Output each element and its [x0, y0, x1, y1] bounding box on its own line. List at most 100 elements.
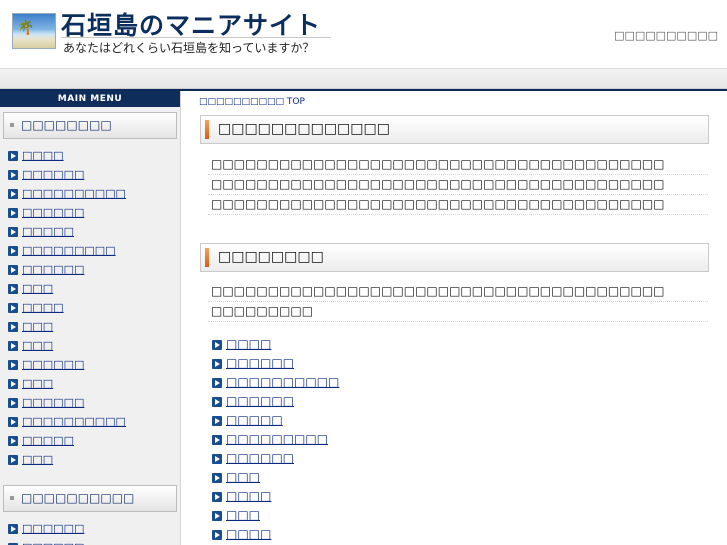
sidebar-item[interactable]: □□□□□ [0, 432, 181, 451]
section-title: □□□□□□□□□□□□□ [218, 121, 390, 137]
arrow-bullet-icon [212, 492, 222, 502]
arrow-bullet-icon [8, 455, 18, 465]
arrow-bullet-icon [8, 151, 18, 161]
arrow-bullet-icon [212, 416, 222, 426]
list-item-label[interactable]: □□□□□□ [226, 451, 294, 465]
arrow-bullet-icon [212, 359, 222, 369]
list-item-label[interactable]: □□□□□□ [226, 356, 294, 370]
list-item-label[interactable]: □□□□□ [226, 413, 283, 427]
sidebar-item-label[interactable]: □□□□ [22, 149, 64, 162]
sidebar-item[interactable]: □□□□□□ [0, 394, 181, 413]
sidebar-item-label[interactable]: □□□□□□ [22, 396, 84, 409]
sidebar-box-title-1[interactable]: □□□□□□□□ [3, 112, 177, 139]
title-divider [61, 37, 331, 38]
arrow-bullet-icon [8, 170, 18, 180]
sidebar-item[interactable]: □□□□□ [0, 223, 181, 242]
heading-accent-bar [205, 248, 209, 267]
sidebar-item[interactable]: □□□□ [0, 147, 181, 166]
list-item-label[interactable]: □□□□□□ [226, 394, 294, 408]
site-logo-image[interactable]: 🌴 [12, 13, 56, 49]
arrow-bullet-icon [212, 397, 222, 407]
sidebar-item[interactable]: □□□□□□ [0, 520, 181, 539]
sidebar-list-1: □□□□ □□□□□□ □□□□□□□□□□ □□□□□□ □□□□□ □□□□… [0, 147, 181, 470]
sidebar-item[interactable]: □□□ [0, 451, 181, 470]
arrow-bullet-icon [212, 473, 222, 483]
list-item[interactable]: □□□□□□ [212, 354, 512, 373]
text-line: □□□□□□□□□□□□□□□□□□□□□□□□□□□□□□□□□□□□□□□□ [208, 282, 708, 302]
sidebar-item-label[interactable]: □□□□□□ [22, 168, 84, 181]
sidebar-item-label[interactable]: □□□ [22, 282, 53, 295]
header-right-link[interactable]: □□□□□□□□□□ [614, 29, 718, 42]
section-title: □□□□□□□□ [218, 249, 324, 265]
arrow-bullet-icon [8, 303, 18, 313]
list-item[interactable]: □□□□□□ [212, 449, 512, 468]
arrow-bullet-icon [8, 246, 18, 256]
arrow-bullet-icon [8, 398, 18, 408]
sidebar-item[interactable]: □□□□□□ [0, 204, 181, 223]
sidebar-item-label[interactable]: □□□□□ [22, 225, 74, 238]
arrow-bullet-icon [212, 454, 222, 464]
sidebar-item[interactable]: □□□ [0, 280, 181, 299]
sidebar-item-label[interactable]: □□□□ [22, 301, 64, 314]
list-item[interactable]: □□□□□□ [212, 392, 512, 411]
sidebar-item-label[interactable]: □□□□□□□□□□ [22, 415, 126, 428]
sidebar-item-label[interactable]: □□□ [22, 377, 53, 390]
arrow-bullet-icon [212, 378, 222, 388]
list-item-label[interactable]: □□□□ [226, 489, 271, 503]
list-item[interactable]: □□□□□□□□□ [212, 430, 512, 449]
list-item[interactable]: □□□ [212, 506, 512, 525]
list-item-label[interactable]: □□□ [226, 470, 260, 484]
sidebar-item[interactable]: □□□ [0, 318, 181, 337]
sidebar-item[interactable]: □□□□□□□□□□ [0, 413, 181, 432]
sidebar-item-label[interactable]: □□□□□ [22, 434, 74, 447]
sidebar-item-label[interactable]: □□□ [22, 453, 53, 466]
sidebar-item-label[interactable]: □□□□□□□□□□ [22, 187, 126, 200]
list-item-label[interactable]: □□□□ [226, 337, 271, 351]
list-item[interactable]: □□□□ [212, 525, 512, 544]
sidebar-box-label: □□□□□□□□□□ [21, 491, 135, 505]
list-item-label[interactable]: □□□ [226, 508, 260, 522]
list-item[interactable]: □□□□ [212, 487, 512, 506]
arrow-bullet-icon [8, 341, 18, 351]
sidebar-item-label[interactable]: □□□□□□□□□ [22, 244, 116, 257]
breadcrumb[interactable]: □□□□□□□□□□ TOP [199, 97, 305, 107]
sidebar-item-label[interactable]: □□□ [22, 320, 53, 333]
arrow-bullet-icon [212, 511, 222, 521]
list-item[interactable]: □□□□ [212, 335, 512, 354]
site-header: 🌴 石垣島のマニアサイト あなたはどれくらい石垣島を知っていますか？ □□□□□… [0, 0, 727, 68]
sidebar-item[interactable]: □□□□□□□□□□ [0, 185, 181, 204]
sidebar-item[interactable]: □□□□□□ [0, 356, 181, 375]
list-item[interactable]: □□□□□□□□□□ [212, 373, 512, 392]
sidebar-item-label[interactable]: □□□ [22, 339, 53, 352]
text-line: □□□□□□□□□□□□□□□□□□□□□□□□□□□□□□□□□□□□□□□□ [208, 195, 708, 215]
section-heading-1: □□□□□□□□□□□□□ [200, 115, 709, 144]
sidebar-item[interactable]: □□□□□□□□□ [0, 242, 181, 261]
sidebar-item[interactable]: □□□□ [0, 299, 181, 318]
sidebar-item[interactable]: □□□□□□ [0, 539, 181, 545]
sidebar-item-label[interactable]: □□□□□□ [22, 358, 84, 371]
list-item-label[interactable]: □□□□□□□□□ [226, 432, 328, 446]
sidebar-item-label[interactable]: □□□□□□ [22, 206, 84, 219]
arrow-bullet-icon [8, 436, 18, 446]
arrow-bullet-icon [8, 322, 18, 332]
sidebar-list-2: □□□□□□ □□□□□□ [0, 520, 181, 545]
sidebar-item[interactable]: □□□ [0, 375, 181, 394]
section-2-text: □□□□□□□□□□□□□□□□□□□□□□□□□□□□□□□□□□□□□□□□… [208, 282, 708, 322]
list-item[interactable]: □□□□□ [212, 411, 512, 430]
sidebar-box-title-2[interactable]: □□□□□□□□□□ [3, 485, 177, 512]
arrow-bullet-icon [212, 340, 222, 350]
sidebar-item-label[interactable]: □□□□□□ [22, 541, 84, 545]
arrow-bullet-icon [8, 360, 18, 370]
sidebar-item-label[interactable]: □□□□□□ [22, 522, 84, 535]
list-item[interactable]: □□□ [212, 468, 512, 487]
sidebar-item[interactable]: □□□□□□ [0, 166, 181, 185]
sidebar-item-label[interactable]: □□□□□□ [22, 263, 84, 276]
arrow-bullet-icon [8, 189, 18, 199]
section-heading-2: □□□□□□□□ [200, 243, 709, 272]
list-item-label[interactable]: □□□□ [226, 527, 271, 541]
site-tagline: あなたはどれくらい石垣島を知っていますか？ [63, 41, 315, 55]
sidebar-item[interactable]: □□□ [0, 337, 181, 356]
arrow-bullet-icon [8, 208, 18, 218]
list-item-label[interactable]: □□□□□□□□□□ [226, 375, 339, 389]
sidebar-item[interactable]: □□□□□□ [0, 261, 181, 280]
